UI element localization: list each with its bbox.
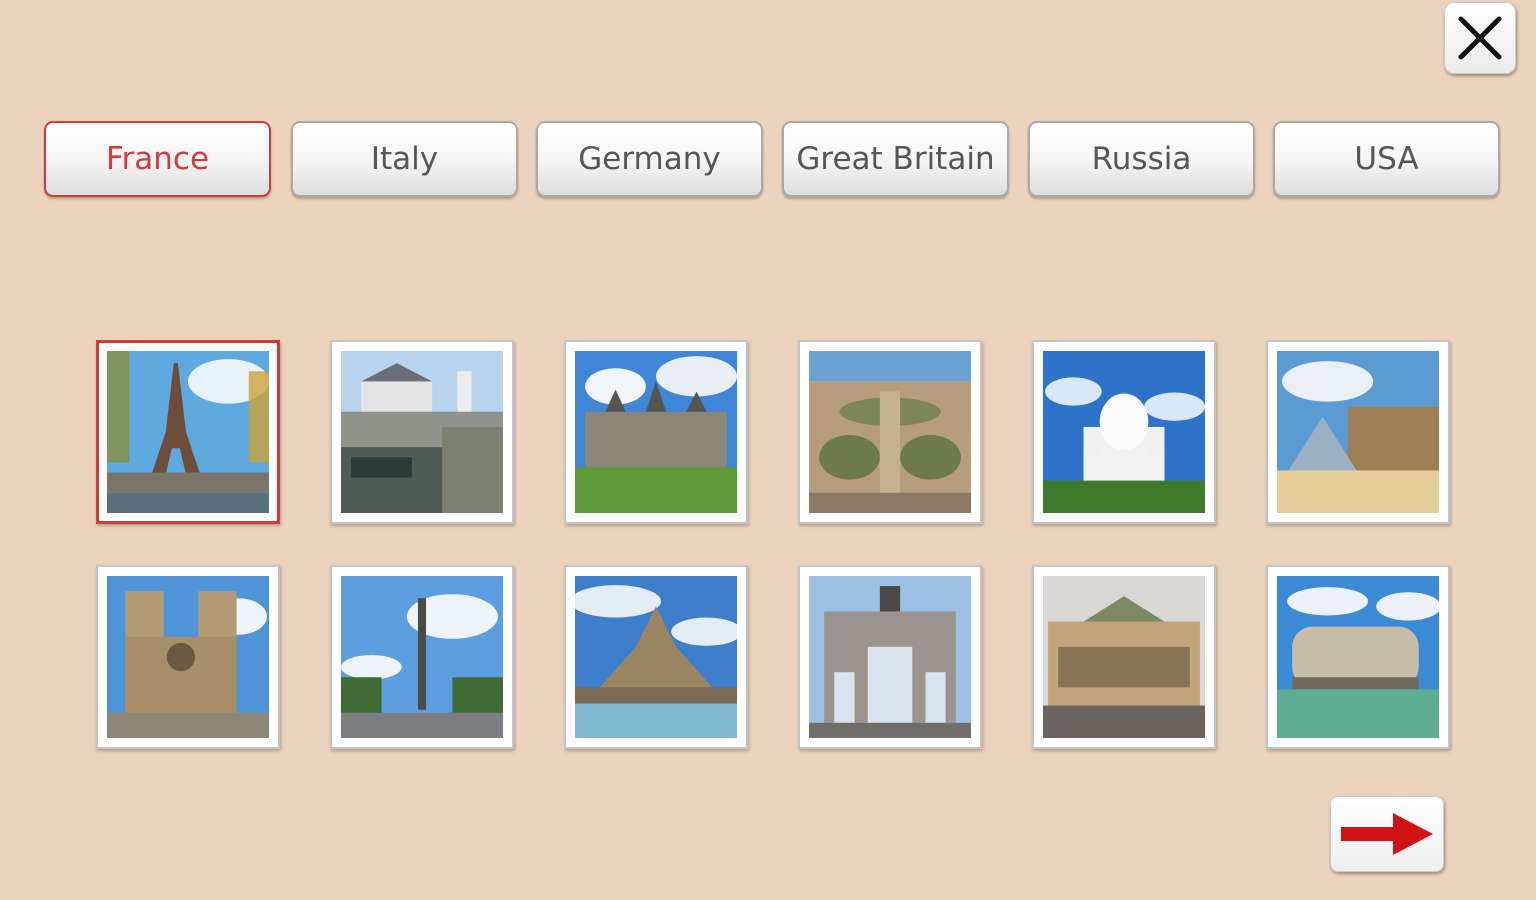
- louvre-image: [1277, 351, 1439, 513]
- notre-dame-image: [107, 576, 269, 738]
- close-icon: [1458, 16, 1502, 60]
- thumbnail-place-de-la-bastille[interactable]: [330, 565, 514, 749]
- right-arrow-icon: [1341, 813, 1433, 855]
- thumbnail-louvre-pyramid[interactable]: [1266, 340, 1450, 524]
- tab-germany[interactable]: Germany: [536, 121, 763, 197]
- tab-great-britain[interactable]: Great Britain: [782, 121, 1009, 197]
- chenonceau-image: [341, 351, 503, 513]
- thumbnail-mont-saint-michel[interactable]: [564, 565, 748, 749]
- thumbnail-fort-boyard[interactable]: [1266, 565, 1450, 749]
- chambord-image: [575, 351, 737, 513]
- thumbnail-chateau-de-chenonceau[interactable]: [330, 340, 514, 524]
- versailles-image: [809, 351, 971, 513]
- tab-italy[interactable]: Italy: [291, 121, 518, 197]
- tab-usa[interactable]: USA: [1273, 121, 1500, 197]
- thumbnail-sacre-coeur[interactable]: [1032, 340, 1216, 524]
- thumbnail-eiffel-tower[interactable]: [96, 340, 280, 524]
- arc-image: [809, 576, 971, 738]
- tab-russia[interactable]: Russia: [1028, 121, 1255, 197]
- fort-boyard-image: [1277, 576, 1439, 738]
- bastille-image: [341, 576, 503, 738]
- thumbnail-versailles-gardens[interactable]: [798, 340, 982, 524]
- next-button[interactable]: [1330, 796, 1444, 872]
- eiffel-tower-image: [107, 351, 269, 513]
- thumbnail-notre-dame[interactable]: [96, 565, 280, 749]
- sacre-coeur-image: [1043, 351, 1205, 513]
- mont-saint-michel-image: [575, 576, 737, 738]
- garnier-image: [1043, 576, 1205, 738]
- tab-france[interactable]: France: [44, 121, 271, 197]
- thumbnail-palais-garnier[interactable]: [1032, 565, 1216, 749]
- thumbnail-arc-du-carrousel[interactable]: [798, 565, 982, 749]
- close-button[interactable]: [1444, 2, 1516, 74]
- thumbnail-chateau-de-chambord[interactable]: [564, 340, 748, 524]
